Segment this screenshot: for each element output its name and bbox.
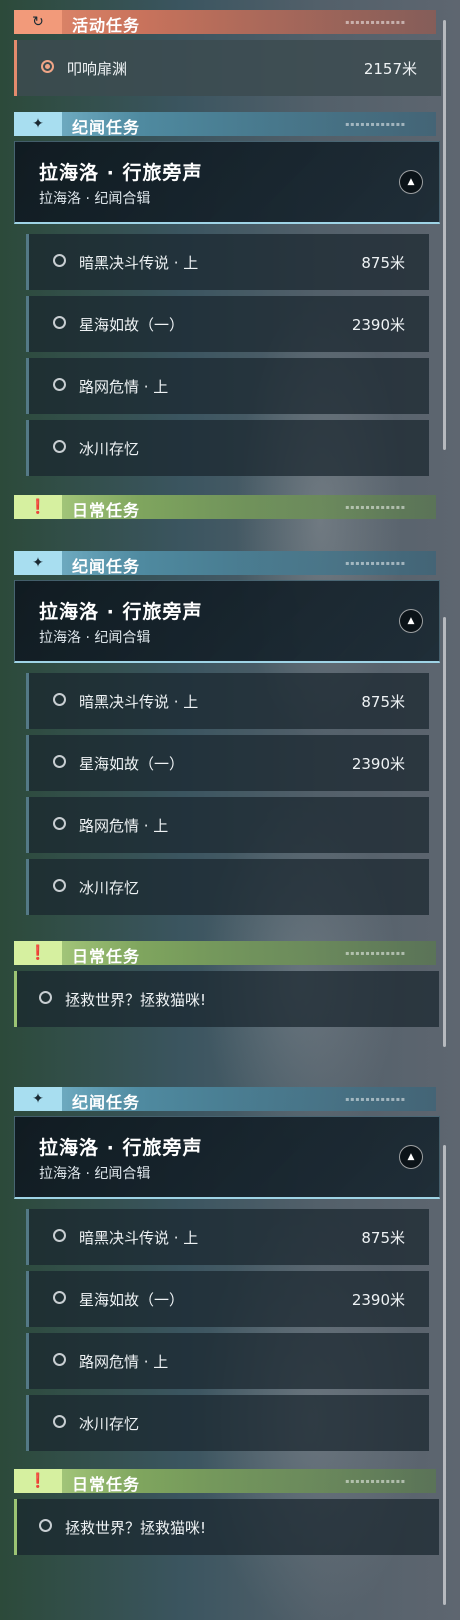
group-subtitle: 拉海洛 · 纪闻合辑 bbox=[39, 1166, 151, 1182]
story-header-title: 纪闻任务 bbox=[72, 118, 141, 137]
quest-panel-3: ✦ 纪闻任务 ▪▪▪▪▪▪▪▪▪▪▪▪ 拉海洛 · 行旅旁声 拉海洛 · 纪闻合… bbox=[0, 1065, 460, 1620]
story-header[interactable]: ✦ 纪闻任务 ▪▪▪▪▪▪▪▪▪▪▪▪ bbox=[14, 551, 436, 576]
radio-icon bbox=[53, 817, 66, 830]
header-decoration: ▪▪▪▪▪▪▪▪▪▪▪▪ bbox=[345, 19, 406, 26]
daily-header[interactable]: ❗ 日常任务 ▪▪▪▪▪▪▪▪▪▪▪▪ bbox=[14, 495, 436, 520]
radio-icon bbox=[53, 254, 66, 267]
story-header[interactable]: ✦ 纪闻任务 ▪▪▪▪▪▪▪▪▪▪▪▪ bbox=[14, 1087, 436, 1112]
quest-name: 路网危情 · 上 bbox=[79, 378, 169, 396]
group-title: 拉海洛 · 行旅旁声 bbox=[39, 1137, 203, 1159]
group-subtitle: 拉海洛 · 纪闻合辑 bbox=[39, 630, 151, 646]
quest-distance: 2390米 bbox=[351, 316, 405, 334]
quest-distance: 2390米 bbox=[351, 1291, 405, 1309]
daily-header-title: 日常任务 bbox=[72, 947, 141, 966]
activity-quest-item[interactable]: 叩响扉渊 2157米 bbox=[14, 40, 441, 96]
scrollbar[interactable] bbox=[443, 617, 446, 1047]
radio-icon bbox=[39, 991, 52, 1004]
quest-panel-2: ✦ 纪闻任务 ▪▪▪▪▪▪▪▪▪▪▪▪ 拉海洛 · 行旅旁声 拉海洛 · 纪闻合… bbox=[0, 537, 460, 1047]
quest-distance: 875米 bbox=[361, 693, 405, 711]
list-item[interactable]: 星海如故（一） 2390米 bbox=[26, 296, 429, 352]
refresh-icon: ↻ bbox=[14, 10, 62, 34]
story-group-card[interactable]: 拉海洛 · 行旅旁声 拉海洛 · 纪闻合辑 ▲ bbox=[14, 580, 440, 663]
activity-header[interactable]: ↻ 活动任务 ▪▪▪▪▪▪▪▪▪▪▪▪ bbox=[14, 10, 436, 35]
radio-icon bbox=[53, 693, 66, 706]
daily-header[interactable]: ❗ 日常任务 ▪▪▪▪▪▪▪▪▪▪▪▪ bbox=[14, 941, 436, 966]
list-item[interactable]: 星海如故（一） 2390米 bbox=[26, 735, 429, 791]
list-item[interactable]: 拯救世界？拯救猫咪! bbox=[14, 971, 439, 1027]
header-decoration: ▪▪▪▪▪▪▪▪▪▪▪▪ bbox=[345, 950, 406, 957]
quest-name: 暗黑决斗传说 · 上 bbox=[79, 693, 199, 711]
tracked-radio-icon bbox=[41, 60, 54, 73]
quest-distance: 2157米 bbox=[363, 60, 417, 78]
star-sparkle-icon: ✦ bbox=[14, 551, 62, 575]
star-sparkle-icon: ✦ bbox=[14, 112, 62, 136]
radio-icon bbox=[53, 316, 66, 329]
daily-header-title: 日常任务 bbox=[72, 1475, 141, 1494]
list-item[interactable]: 路网危情 · 上 bbox=[26, 358, 429, 414]
quest-name: 星海如故（一） bbox=[79, 1291, 185, 1309]
daily-header-title: 日常任务 bbox=[72, 501, 141, 520]
scrollbar[interactable] bbox=[443, 1145, 446, 1605]
radio-icon bbox=[53, 1353, 66, 1366]
radio-icon bbox=[53, 440, 66, 453]
list-item[interactable]: 路网危情 · 上 bbox=[26, 797, 429, 853]
radio-icon bbox=[53, 1229, 66, 1242]
quest-name: 冰川存忆 bbox=[79, 1415, 140, 1433]
exclamation-box-icon: ❗ bbox=[14, 1469, 62, 1493]
chevron-up-icon[interactable]: ▲ bbox=[399, 609, 423, 633]
quest-name: 冰川存忆 bbox=[79, 440, 140, 458]
story-header-title: 纪闻任务 bbox=[72, 557, 141, 576]
header-decoration: ▪▪▪▪▪▪▪▪▪▪▪▪ bbox=[345, 504, 406, 511]
quest-name: 冰川存忆 bbox=[79, 879, 140, 897]
list-item[interactable]: 拯救世界？拯救猫咪! bbox=[14, 1499, 439, 1555]
radio-icon bbox=[53, 879, 66, 892]
list-item[interactable]: 冰川存忆 bbox=[26, 1395, 429, 1451]
radio-icon bbox=[53, 1415, 66, 1428]
quest-distance: 875米 bbox=[361, 1229, 405, 1247]
header-decoration: ▪▪▪▪▪▪▪▪▪▪▪▪ bbox=[345, 560, 406, 567]
radio-icon bbox=[39, 1519, 52, 1532]
exclamation-box-icon: ❗ bbox=[14, 495, 62, 519]
exclamation-box-icon: ❗ bbox=[14, 941, 62, 965]
story-group-card[interactable]: 拉海洛 · 行旅旁声 拉海洛 · 纪闻合辑 ▲ bbox=[14, 1116, 440, 1199]
radio-icon bbox=[53, 1291, 66, 1304]
quest-name: 星海如故（一） bbox=[79, 316, 185, 334]
quest-name: 路网危情 · 上 bbox=[79, 817, 169, 835]
quest-name: 星海如故（一） bbox=[79, 755, 185, 773]
chevron-up-icon[interactable]: ▲ bbox=[399, 1145, 423, 1169]
quest-name: 拯救世界？拯救猫咪! bbox=[65, 991, 207, 1009]
list-item[interactable]: 冰川存忆 bbox=[26, 859, 429, 915]
daily-header[interactable]: ❗ 日常任务 ▪▪▪▪▪▪▪▪▪▪▪▪ bbox=[14, 1469, 436, 1494]
header-decoration: ▪▪▪▪▪▪▪▪▪▪▪▪ bbox=[345, 1478, 406, 1485]
list-item[interactable]: 暗黑决斗传说 · 上 875米 bbox=[26, 234, 429, 290]
radio-icon bbox=[53, 378, 66, 391]
group-title: 拉海洛 · 行旅旁声 bbox=[39, 162, 203, 184]
list-item[interactable]: 星海如故（一） 2390米 bbox=[26, 1271, 429, 1327]
list-item[interactable]: 暗黑决斗传说 · 上 875米 bbox=[26, 673, 429, 729]
header-decoration: ▪▪▪▪▪▪▪▪▪▪▪▪ bbox=[345, 121, 406, 128]
story-header-title: 纪闻任务 bbox=[72, 1093, 141, 1112]
list-item[interactable]: 路网危情 · 上 bbox=[26, 1333, 429, 1389]
radio-icon bbox=[53, 755, 66, 768]
story-header[interactable]: ✦ 纪闻任务 ▪▪▪▪▪▪▪▪▪▪▪▪ bbox=[14, 112, 436, 137]
header-decoration: ▪▪▪▪▪▪▪▪▪▪▪▪ bbox=[345, 1096, 406, 1103]
star-sparkle-icon: ✦ bbox=[14, 1087, 62, 1111]
quest-name: 暗黑决斗传说 · 上 bbox=[79, 254, 199, 272]
quest-distance: 875米 bbox=[361, 254, 405, 272]
list-item[interactable]: 暗黑决斗传说 · 上 875米 bbox=[26, 1209, 429, 1265]
quest-name: 叩响扉渊 bbox=[67, 60, 128, 78]
chevron-up-icon[interactable]: ▲ bbox=[399, 170, 423, 194]
quest-panel-1: ↻ 活动任务 ▪▪▪▪▪▪▪▪▪▪▪▪ 叩响扉渊 2157米 ✦ 纪闻任务 ▪▪… bbox=[0, 0, 460, 525]
quest-name: 路网危情 · 上 bbox=[79, 1353, 169, 1371]
group-subtitle: 拉海洛 · 纪闻合辑 bbox=[39, 191, 151, 207]
quest-name: 拯救世界？拯救猫咪! bbox=[65, 1519, 207, 1537]
quest-name: 暗黑决斗传说 · 上 bbox=[79, 1229, 199, 1247]
list-item[interactable]: 冰川存忆 bbox=[26, 420, 429, 476]
quest-distance: 2390米 bbox=[351, 755, 405, 773]
group-title: 拉海洛 · 行旅旁声 bbox=[39, 601, 203, 623]
activity-header-title: 活动任务 bbox=[72, 16, 141, 35]
story-group-card[interactable]: 拉海洛 · 行旅旁声 拉海洛 · 纪闻合辑 ▲ bbox=[14, 141, 440, 224]
scrollbar[interactable] bbox=[443, 20, 446, 450]
